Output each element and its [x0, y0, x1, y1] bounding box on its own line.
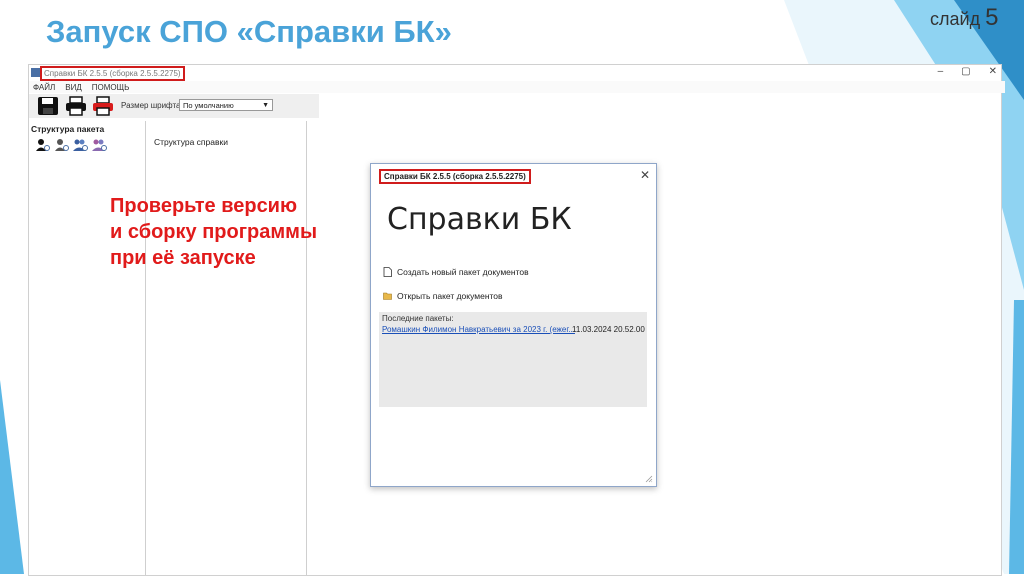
- users-add-icon[interactable]: [92, 138, 107, 152]
- annotation-line: и сборку программы: [110, 221, 318, 243]
- menu-bar: ФАЙЛ ВИД ПОМОЩЬ: [29, 81, 1005, 93]
- annotation-line: Проверьте версию: [110, 195, 298, 217]
- app-titlebar: Справки БК 2.5.5 (сборка 2.5.5.2275) – ▢…: [29, 65, 1001, 81]
- print-icon[interactable]: [65, 96, 87, 116]
- app-window-title: Справки БК 2.5.5 (сборка 2.5.5.2275): [40, 66, 185, 81]
- close-button[interactable]: ✕: [989, 66, 997, 77]
- dialog-heading: Справки БК: [387, 202, 572, 237]
- font-size-label: Размер шрифта:: [121, 101, 183, 110]
- window-controls: – ▢ ✕: [938, 66, 997, 77]
- font-size-value: По умолчанию: [183, 101, 234, 110]
- font-size-select[interactable]: По умолчанию ▼: [179, 99, 273, 111]
- slide-decoration-left: [0, 380, 24, 574]
- new-document-icon: [383, 267, 392, 277]
- open-package-action[interactable]: Открыть пакет документов: [383, 291, 503, 301]
- recent-package-date: 11.03.2024 20.52.00: [572, 325, 645, 334]
- slide-number-label: слайд: [930, 9, 981, 29]
- recent-packages-area: Последние пакеты: Ромашкин Филимон Навкр…: [379, 312, 647, 407]
- package-structure-panel: Структура пакета: [29, 121, 146, 575]
- create-package-label: Создать новый пакет документов: [397, 267, 529, 277]
- slide-number-value: 5: [985, 4, 999, 31]
- app-logo-icon: [31, 68, 40, 77]
- start-dialog: Справки БК 2.5.5 (сборка 2.5.5.2275) ✕ С…: [370, 163, 657, 487]
- user-add-icon[interactable]: [54, 138, 69, 152]
- maximize-button[interactable]: ▢: [961, 66, 970, 77]
- slide-number: слайд 5: [930, 4, 998, 32]
- user-add-icon[interactable]: [35, 138, 50, 152]
- dialog-close-icon[interactable]: ✕: [640, 168, 650, 182]
- menu-view[interactable]: ВИД: [65, 83, 82, 92]
- certificate-structure-label: Структура справки: [154, 137, 228, 147]
- print-red-icon[interactable]: [92, 96, 114, 116]
- menu-help[interactable]: ПОМОЩЬ: [92, 83, 130, 92]
- resize-grip-icon[interactable]: [645, 475, 653, 483]
- create-package-action[interactable]: Создать новый пакет документов: [383, 267, 529, 277]
- annotation-text: Проверьте версию и сборку программы при …: [110, 193, 317, 271]
- package-structure-title: Структура пакета: [31, 124, 105, 134]
- recent-packages-label: Последние пакеты:: [382, 314, 454, 323]
- toolbar: Размер шрифта: По умолчанию ▼: [29, 94, 319, 118]
- chevron-down-icon: ▼: [262, 102, 269, 109]
- minimize-button[interactable]: –: [938, 66, 944, 77]
- users-add-icon[interactable]: [73, 138, 88, 152]
- certificate-structure-panel: Структура справки: [146, 121, 307, 575]
- dialog-title: Справки БК 2.5.5 (сборка 2.5.5.2275): [379, 169, 531, 184]
- open-package-label: Открыть пакет документов: [397, 291, 503, 301]
- recent-package-link[interactable]: Ромашкин Филимон Навкратьевич за 2023 г.…: [382, 325, 575, 334]
- package-toolbar: [35, 138, 107, 152]
- save-icon[interactable]: [37, 96, 59, 116]
- folder-open-icon: [383, 292, 392, 300]
- menu-file[interactable]: ФАЙЛ: [33, 83, 55, 92]
- annotation-line: при её запуске: [110, 247, 256, 269]
- slide-title: Запуск СПО «Справки БК»: [46, 14, 452, 49]
